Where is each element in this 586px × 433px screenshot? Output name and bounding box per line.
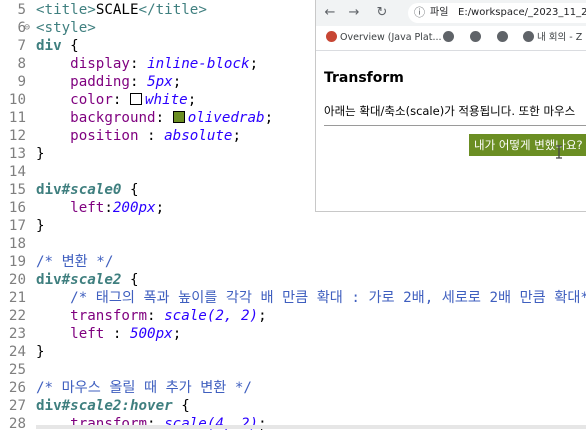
globe-icon [470,31,481,42]
code-line[interactable]: 26 /* 마우스 올릴 때 추가 변환 */ [0,379,586,397]
code-text: } [36,344,45,360]
code-line[interactable]: 28 transform: scale(4, 2); [0,415,586,433]
code-line[interactable]: 23 left : 500px; [0,325,586,343]
forward-icon[interactable]: → [344,3,364,23]
bookmarks-bar: Overview (Java Plat... 내 회의 - Z [316,26,586,51]
code-line[interactable]: 27 div#scale2:hover { [0,397,586,415]
globe-icon [523,31,534,42]
info-icon[interactable]: ⓘ [414,3,425,23]
url-path: E:/workspace/_2023_11_27/ [458,7,586,18]
bookmark-item[interactable] [443,31,457,45]
code-text: div#scale2 { [36,272,139,288]
color-swatch-icon [129,93,142,105]
line-number: 27 [8,398,26,414]
text-cursor-icon [556,145,562,159]
line-number: 26 [8,380,26,396]
code-text: /* 태그의 폭과 높이를 각각 배 만큼 확대 : 가로 2배, 세로로 2배… [70,290,586,306]
code-line[interactable]: 25 [0,361,586,379]
line-number: 17 [8,218,26,234]
horizontal-scrollbar[interactable] [36,425,586,429]
code-text: } [36,218,45,234]
code-line[interactable]: 18 [0,235,586,253]
url-scheme: 파일 [430,7,449,18]
code-line[interactable]: 22 transform: scale(2, 2); [0,307,586,325]
code-line[interactable]: 21 /* 태그의 폭과 높이를 각각 배 만큼 확대 : 가로 2배, 세로로… [0,289,586,307]
line-number: 28 [8,416,26,432]
bookmark-item[interactable] [497,31,511,45]
code-text: /* 마우스 올릴 때 추가 변환 */ [36,380,252,396]
line-number: 23 [8,326,26,342]
line-number: 11 [8,110,26,126]
page-description: 아래는 확대/축소(scale)가 적용됩니다. 또한 마우스 [324,104,576,118]
browser-window: ← → ↻ ⓘ 파일 E:/workspace/_2023_11_27/ Ove… [315,0,586,212]
bookmark-item[interactable] [470,31,484,45]
code-text: transform: scale(4, 2); [70,416,267,432]
line-number: 14 [8,164,26,180]
line-number: 10 [8,92,26,108]
code-text: /* 변환 */ [36,254,114,270]
code-text: } [36,146,45,162]
code-text: <style> [36,20,96,36]
code-line[interactable]: 17} [0,217,586,235]
line-number: 6 [17,20,26,36]
code-text: transform: scale(2, 2); [70,308,267,324]
line-number: 7 [17,38,26,54]
line-number: 22 [8,308,26,324]
code-text: div { [36,38,79,54]
page-heading: Transform [324,70,404,86]
browser-toolbar: ← → ↻ ⓘ 파일 E:/workspace/_2023_11_27/ [316,0,586,26]
line-number: 20 [8,272,26,288]
bookmark-item[interactable]: Overview (Java Plat... [326,31,442,45]
line-number: 12 [8,128,26,144]
address-bar[interactable]: ⓘ 파일 E:/workspace/_2023_11_27/ [408,3,586,23]
bookmark-label: 내 회의 - Z [537,32,583,43]
code-text: padding: 5px; [70,74,182,90]
reload-icon[interactable]: ↻ [372,3,392,23]
code-text: <title>SCALE</title> [36,2,207,18]
line-number: 19 [8,254,26,270]
code-text: left:200px; [70,200,165,216]
globe-icon [443,31,454,42]
line-number: 18 [8,236,26,252]
back-icon[interactable]: ← [320,3,340,23]
page-content: Transform 아래는 확대/축소(scale)가 적용됩니다. 또한 마우… [316,51,586,211]
code-text: display: inline-block; [70,56,259,72]
code-text: background: olivedrab; [70,110,274,126]
fold-icon[interactable]: ⊖ [24,19,30,37]
code-line[interactable]: 24} [0,343,586,361]
line-number: 15 [8,182,26,198]
code-line[interactable]: 20 div#scale2 { [0,271,586,289]
line-number: 13 [8,146,26,162]
line-number: 9 [17,74,26,90]
color-swatch-icon [172,111,185,123]
bookmark-item[interactable]: 내 회의 - Z [523,31,582,45]
bookmark-label: Overview (Java Plat... [340,32,442,43]
code-text: div#scale2:hover { [36,398,190,414]
code-line[interactable]: 19 /* 변환 */ [0,253,586,271]
code-text: position : absolute; [70,128,242,144]
line-number: 5 [17,2,26,18]
code-text: div#scale0 { [36,182,139,198]
line-number: 21 [8,290,26,306]
code-text: color: white; [70,92,197,108]
line-number: 25 [8,362,26,378]
oracle-icon [326,31,337,42]
scale-box[interactable]: 내가 어떻게 변했나요? [469,134,586,156]
globe-icon [497,31,508,42]
line-number: 24 [8,344,26,360]
code-text: left : 500px; [70,326,182,342]
divider [324,125,586,126]
line-number: 8 [17,56,26,72]
line-number: 16 [8,200,26,216]
